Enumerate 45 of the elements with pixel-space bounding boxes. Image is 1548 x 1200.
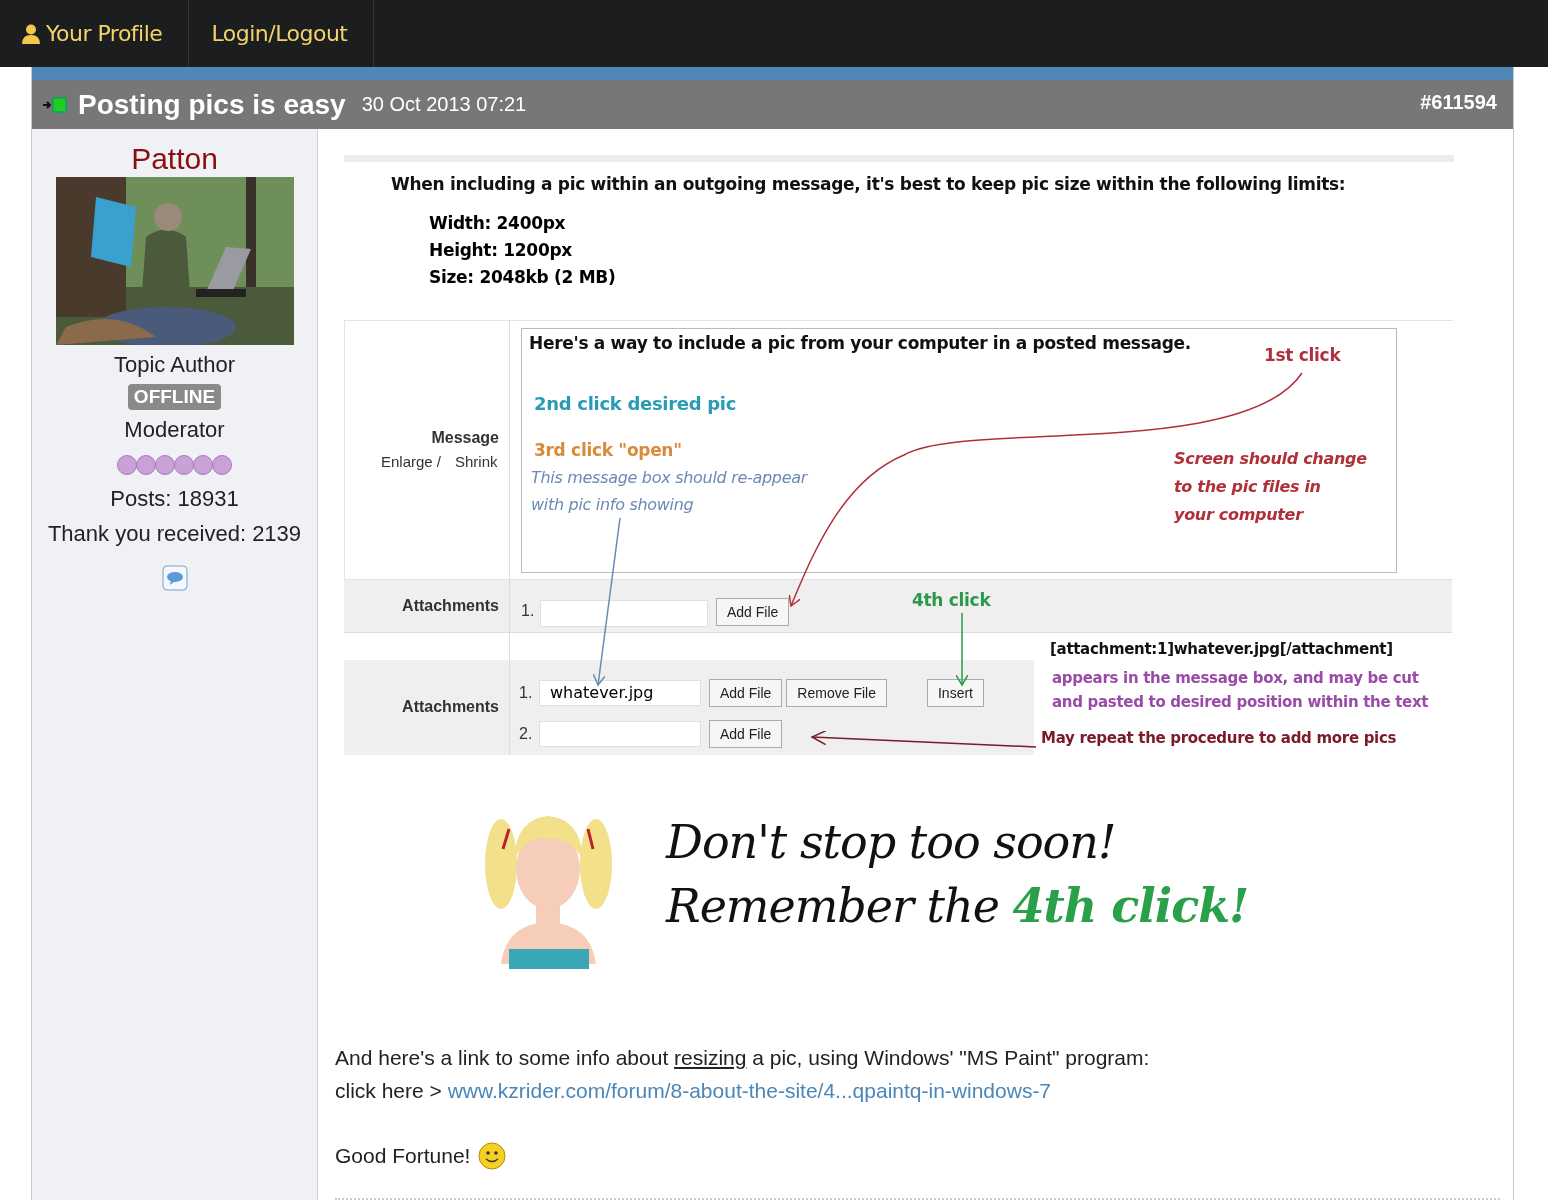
note-text: May repeat the procedure to add more pics: [1041, 729, 1397, 747]
author-role: Topic Author: [113, 351, 236, 379]
post-number[interactable]: #611594: [1420, 91, 1497, 114]
step-note: 3rd click "open": [534, 440, 682, 460]
thanks-count: Thank you received: 2139: [47, 520, 302, 548]
status-icon: [42, 95, 68, 114]
chat-bubble-icon[interactable]: [161, 565, 188, 591]
post-count: Posts: 18931: [110, 485, 239, 513]
intro-text: When including a pic within an outgoing message, it's best to keep pic size within the following limits:: [391, 174, 1346, 194]
limit-text: Size: 2048kb (2 MB): [429, 266, 616, 289]
note-text: appears in the message box, and may be cut: [1052, 668, 1420, 689]
row-number: 2.: [519, 725, 531, 743]
note-text: with pic info showing: [531, 494, 695, 516]
cartoon-caption: Don't stop too soon!: [666, 814, 1117, 871]
note-text: to the pic files in: [1174, 476, 1322, 498]
author-name[interactable]: Patton: [131, 142, 218, 176]
author-rank: Moderator: [124, 416, 225, 444]
body-text: And here's a link to some info about resizing a pic, using Windows' "MS Paint" program:: [335, 1045, 1151, 1071]
smiley-icon: [478, 1141, 507, 1170]
file-field: whatever.jpg: [539, 680, 701, 706]
post-date: 30 Oct 2013 07:21: [361, 93, 527, 116]
message-text: Here's a way to include a pic from your computer in a posted message.: [529, 333, 1191, 353]
row-number: 1.: [521, 602, 535, 620]
limit-text: Width: 2400px: [429, 212, 567, 235]
user-icon: [22, 23, 40, 44]
resizing-link[interactable]: resizing: [674, 1046, 747, 1069]
step-note: 1st click: [1264, 345, 1341, 365]
cartoon-caption: Remember the 4th click!: [666, 878, 1249, 935]
note-text: This message box should re-appear: [531, 467, 807, 489]
forum-link[interactable]: www.kzrider.com/forum/8-about-the-site/4...qpaintq-in-windows-7: [447, 1079, 1052, 1102]
form-label: Message: [431, 429, 499, 447]
limit-text: Height: 1200px: [429, 239, 573, 262]
status-badge: OFFLINE: [127, 384, 222, 410]
step-note: 4th click: [912, 590, 991, 610]
code-text: [attachment:1]whatever.jpg[/attachment]: [1050, 640, 1393, 658]
note-text: and pasted to desired position within the text: [1052, 692, 1429, 713]
closing-text: Good Fortune!: [335, 1143, 471, 1169]
note-text: your computer: [1174, 504, 1305, 526]
step-note: 2nd click desired pic: [534, 393, 737, 414]
note-text: Screen should change: [1174, 448, 1367, 470]
body-text: click here > www.kzrider.com/forum/8-about-the-site/4...qpaintq-in-windows-7: [335, 1078, 1053, 1104]
form-label: Attachments: [402, 597, 499, 615]
post-title: Posting pics is easy: [78, 88, 346, 121]
form-label: Attachments: [402, 698, 499, 716]
row-number: 1.: [519, 684, 531, 702]
